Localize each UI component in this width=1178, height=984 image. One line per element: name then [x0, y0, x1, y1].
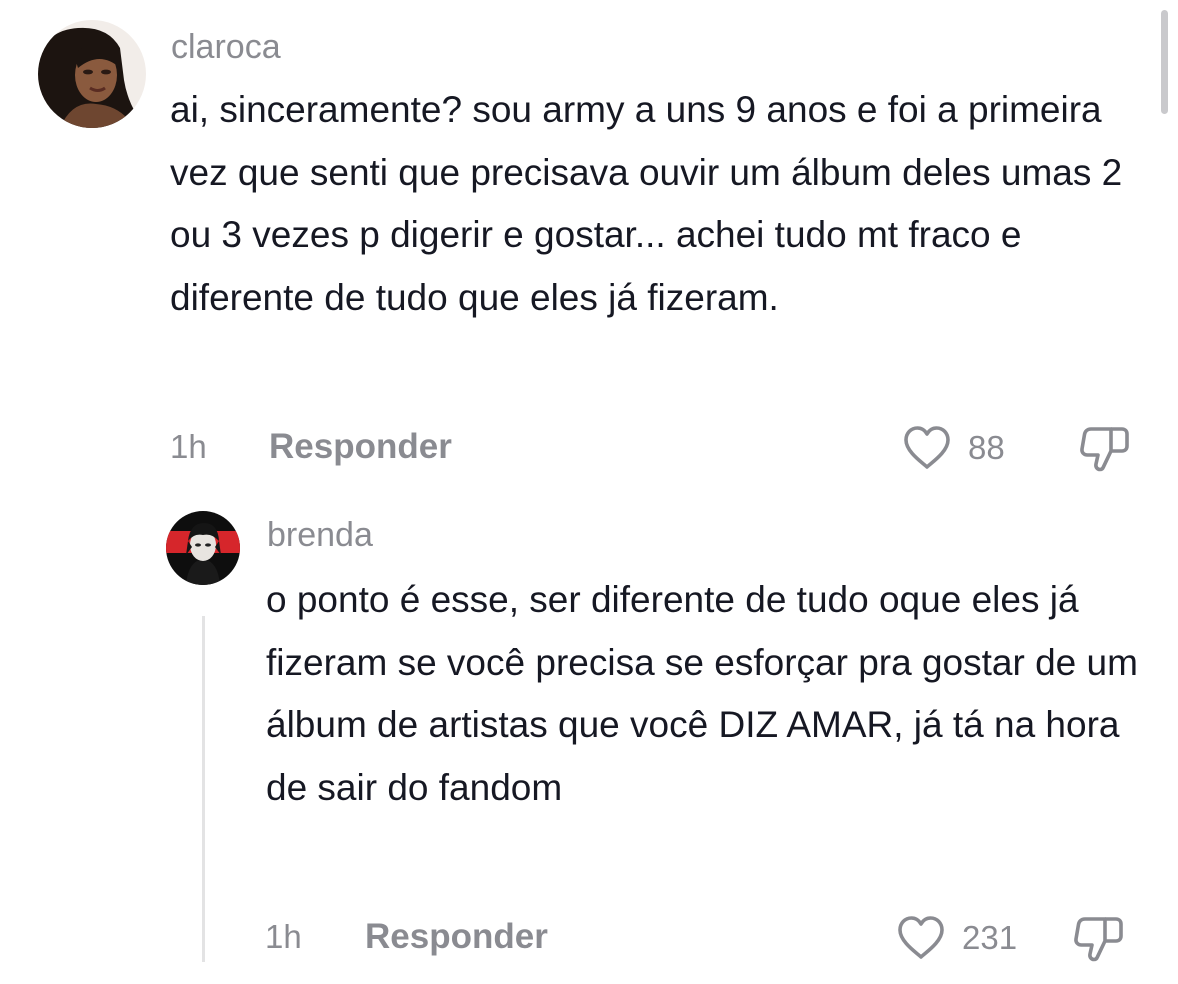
reply-button[interactable]: Responder	[365, 917, 548, 957]
comment-timestamp: 1h	[170, 428, 207, 465]
thumbs-down-icon[interactable]	[1073, 915, 1127, 968]
like-count: 88	[968, 429, 1005, 466]
comment-text: ai, sinceramente? sou army a uns 9 anos …	[170, 89, 1123, 318]
reply-button[interactable]: Responder	[269, 427, 452, 467]
avatar[interactable]	[38, 20, 146, 128]
reply-text: o ponto é esse, ser diferente de tudo oq…	[266, 579, 1138, 808]
avatar[interactable]	[166, 511, 240, 585]
heart-icon[interactable]	[902, 425, 952, 476]
like-count: 231	[962, 919, 1018, 956]
comment-username[interactable]: claroca	[171, 28, 281, 67]
reply-username[interactable]: brenda	[267, 516, 373, 555]
avatar-photo	[166, 511, 240, 585]
thread-line	[202, 616, 205, 962]
scrollbar[interactable]	[1161, 10, 1168, 114]
thumbs-down-icon[interactable]	[1079, 425, 1133, 478]
reply-timestamp: 1h	[265, 918, 302, 955]
avatar-photo	[38, 20, 146, 128]
heart-icon[interactable]	[896, 915, 946, 966]
